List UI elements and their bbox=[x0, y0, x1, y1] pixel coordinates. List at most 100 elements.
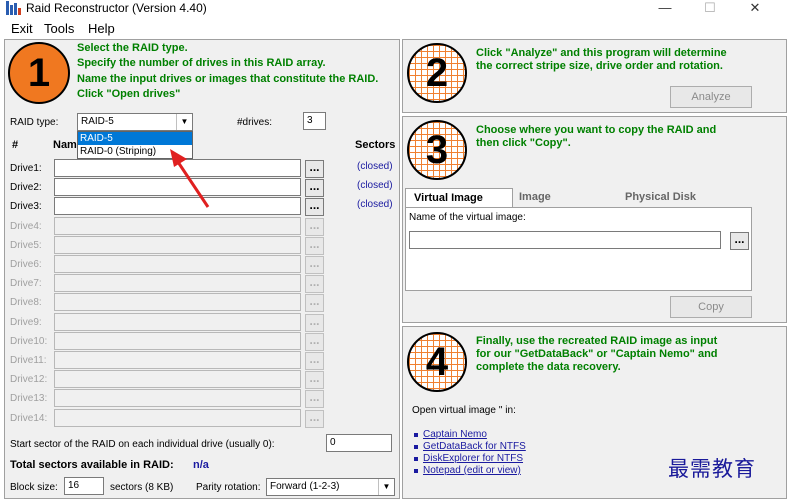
step2-number-circle: 2 bbox=[407, 43, 467, 103]
step1-line-2: Specify the number of drives in this RAI… bbox=[77, 57, 326, 69]
step4-line-2: for our "GetDataBack" or "Captain Nemo" … bbox=[476, 348, 718, 360]
drive-label: Drive11: bbox=[10, 355, 47, 366]
raid-type-label: RAID type: bbox=[10, 117, 59, 128]
browse-drive-button: ... bbox=[305, 410, 324, 428]
open-virtual-image-label: Open virtual image '' in: bbox=[412, 405, 516, 416]
watermark: 最需教育 bbox=[668, 457, 756, 481]
browse-drive-button: ... bbox=[305, 294, 324, 312]
link-captain-nemo[interactable]: Captain Nemo bbox=[423, 429, 487, 440]
drive-path-input bbox=[54, 351, 301, 369]
drive-path-input bbox=[54, 332, 301, 350]
step1-line-3: Name the input drives or images that con… bbox=[77, 73, 379, 85]
drive-path-input bbox=[54, 255, 301, 273]
annotation-arrow bbox=[170, 149, 210, 208]
maximize-button[interactable]: ☐ bbox=[688, 0, 732, 18]
parity-rotation-value: Forward (1-2-3) bbox=[270, 481, 340, 492]
tab-virtual-image[interactable]: Virtual Image bbox=[405, 188, 513, 208]
link-notepad[interactable]: Notepad (edit or view) bbox=[423, 465, 521, 476]
link-diskexplorer-ntfs[interactable]: DiskExplorer for NTFS bbox=[423, 453, 523, 464]
step4-line-1: Finally, use the recreated RAID image as… bbox=[476, 335, 718, 347]
drive-label: Drive1: bbox=[10, 163, 42, 174]
drive-label: Drive14: bbox=[10, 413, 48, 424]
virtual-image-name-label: Name of the virtual image: bbox=[409, 212, 526, 223]
step4-number-circle: 4 bbox=[407, 332, 467, 392]
step1-line-1: Select the RAID type. bbox=[77, 42, 188, 54]
step3-line-2: then click "Copy". bbox=[476, 137, 571, 149]
dropdown-option-raid5[interactable]: RAID-5 bbox=[78, 132, 192, 145]
column-sectors-header: Sectors bbox=[355, 139, 396, 151]
browse-drive-button: ... bbox=[305, 314, 324, 332]
tab-virtual-image-label: Virtual Image bbox=[414, 192, 483, 204]
drive-path-input bbox=[54, 389, 301, 407]
step1-number-circle: 1 bbox=[8, 42, 70, 104]
drive-path-input bbox=[54, 409, 301, 427]
bullet-icon bbox=[414, 469, 418, 473]
menu-tools[interactable]: Tools bbox=[44, 21, 74, 36]
block-size-unit: sectors (8 KB) bbox=[110, 482, 174, 493]
step4-line-3: complete the data recovery. bbox=[476, 361, 621, 373]
step3-number-circle: 3 bbox=[407, 120, 467, 180]
raid-type-value: RAID-5 bbox=[81, 116, 114, 127]
drive-label: Drive12: bbox=[10, 374, 48, 385]
drive-label: Drive7: bbox=[10, 278, 42, 289]
tab-physical-disk[interactable]: Physical Disk bbox=[625, 191, 696, 203]
link-getdataback-ntfs[interactable]: GetDataBack for NTFS bbox=[423, 441, 526, 452]
browse-drive-button[interactable]: ... bbox=[305, 179, 324, 197]
drive-path-input bbox=[54, 293, 301, 311]
parity-rotation-select[interactable]: Forward (1-2-3) ▼ bbox=[266, 478, 395, 496]
browse-virtual-image-button[interactable]: ... bbox=[730, 232, 749, 250]
drive-path-input bbox=[54, 217, 301, 235]
drives-count-input[interactable]: 3 bbox=[303, 112, 326, 130]
total-sectors-value: n/a bbox=[193, 459, 209, 471]
parity-rotation-label: Parity rotation: bbox=[196, 482, 261, 493]
window-title: Raid Reconstructor (Version 4.40) bbox=[26, 1, 207, 15]
block-size-input[interactable]: 16 bbox=[64, 477, 104, 495]
chevron-down-icon: ▼ bbox=[378, 479, 394, 495]
drive-status: (closed) bbox=[357, 161, 393, 172]
chevron-down-icon: ▼ bbox=[176, 114, 192, 130]
drive-label: Drive13: bbox=[10, 393, 48, 404]
total-sectors-label: Total sectors available in RAID: bbox=[10, 459, 174, 471]
drive-path-input bbox=[54, 313, 301, 331]
app-icon bbox=[6, 1, 21, 15]
bullet-icon bbox=[414, 433, 418, 437]
menu-exit[interactable]: Exit bbox=[11, 21, 33, 36]
browse-drive-button: ... bbox=[305, 256, 324, 274]
start-sector-input[interactable]: 0 bbox=[326, 434, 392, 452]
browse-drive-button[interactable]: ... bbox=[305, 160, 324, 178]
drive-label: Drive6: bbox=[10, 259, 42, 270]
browse-drive-button: ... bbox=[305, 333, 324, 351]
menu-help[interactable]: Help bbox=[88, 21, 115, 36]
browse-drive-button: ... bbox=[305, 390, 324, 408]
start-sector-label: Start sector of the RAID on each individ… bbox=[10, 439, 275, 450]
drive-path-input bbox=[54, 274, 301, 292]
step2-line-2: the correct stripe size, drive order and… bbox=[476, 60, 723, 72]
drive-status: (closed) bbox=[357, 180, 393, 191]
drive-label: Drive3: bbox=[10, 201, 42, 212]
virtual-image-name-input[interactable] bbox=[409, 231, 721, 249]
drive-label: Drive4: bbox=[10, 221, 42, 232]
menu-bar bbox=[0, 18, 789, 38]
browse-drive-button: ... bbox=[305, 371, 324, 389]
drive-path-input bbox=[54, 370, 301, 388]
drive-path-input bbox=[54, 236, 301, 254]
analyze-button[interactable]: Analyze bbox=[670, 86, 752, 108]
close-button[interactable]: ✕ bbox=[733, 0, 777, 18]
drive-label: Drive10: bbox=[10, 336, 48, 347]
drive-status: (closed) bbox=[357, 199, 393, 210]
bullet-icon bbox=[414, 445, 418, 449]
drive-label: Drive8: bbox=[10, 297, 42, 308]
copy-button[interactable]: Copy bbox=[670, 296, 752, 318]
step3-line-1: Choose where you want to copy the RAID a… bbox=[476, 124, 717, 136]
minimize-button[interactable]: — bbox=[643, 0, 687, 18]
step1-line-4: Click "Open drives" bbox=[77, 88, 181, 100]
column-name-header: Nam bbox=[53, 139, 77, 151]
raid-type-select[interactable]: RAID-5 ▼ bbox=[77, 113, 193, 131]
step2-line-1: Click "Analyze" and this program will de… bbox=[476, 47, 727, 59]
browse-drive-button[interactable]: ... bbox=[305, 198, 324, 216]
drive-label: Drive5: bbox=[10, 240, 42, 251]
drives-count-label: #drives: bbox=[237, 117, 273, 128]
browse-drive-button: ... bbox=[305, 237, 324, 255]
tab-image[interactable]: Image bbox=[519, 191, 551, 203]
browse-drive-button: ... bbox=[305, 352, 324, 370]
